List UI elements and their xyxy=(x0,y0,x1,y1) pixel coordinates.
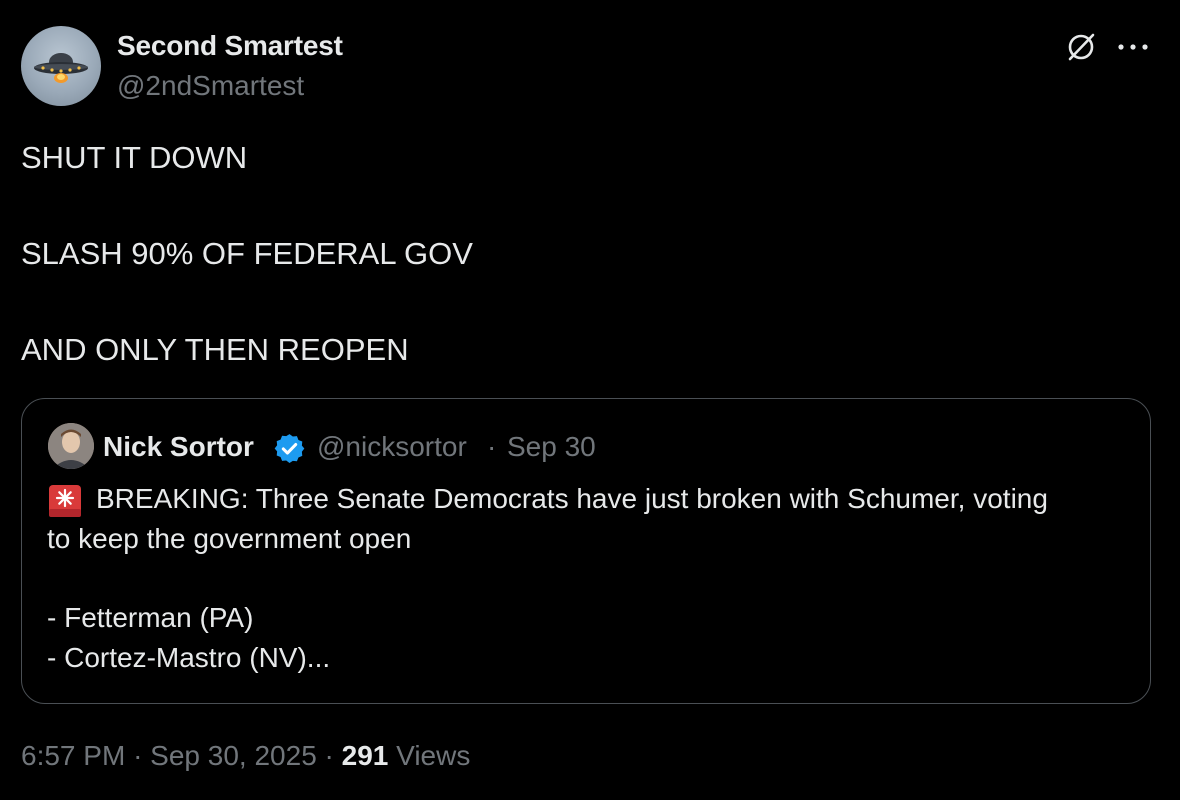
tweet-time[interactable]: 6:57 PM xyxy=(21,740,125,771)
author-handle[interactable]: @2ndSmartest xyxy=(117,70,304,102)
person-photo-icon xyxy=(48,423,94,469)
quoted-author-name[interactable]: Nick Sortor xyxy=(103,431,254,463)
police-light-icon xyxy=(49,485,81,517)
quoted-tweet-card[interactable]: Nick Sortor @nicksortor · Sep 30 BREAKIN… xyxy=(21,398,1151,704)
author-name[interactable]: Second Smartest xyxy=(117,30,343,62)
meta-separator: · xyxy=(133,740,143,771)
views-count: 291 xyxy=(341,740,389,771)
quoted-date[interactable]: Sep 30 xyxy=(507,431,596,463)
tweet-meta: 6:57 PM · Sep 30, 2025 · 291 Views xyxy=(21,740,470,772)
quoted-separator: · xyxy=(487,431,497,462)
tweet-text-line-1: SHUT IT DOWN xyxy=(21,140,248,175)
tweet-text-line-3: AND ONLY THEN REOPEN xyxy=(21,332,409,367)
quoted-text-line-4: - Cortez-Mastro (NV)... xyxy=(47,642,331,673)
quoted-text-line-3: - Fetterman (PA) xyxy=(47,602,254,633)
ufo-icon xyxy=(34,53,88,83)
meta-separator: · xyxy=(324,740,334,771)
quoted-author-handle[interactable]: @nicksortor xyxy=(317,431,467,463)
grok-icon[interactable] xyxy=(1064,30,1098,64)
tweet-text-line-2: SLASH 90% OF FEDERAL GOV xyxy=(21,236,473,271)
more-icon[interactable] xyxy=(1115,38,1151,56)
quoted-text-line-2: to keep the government open xyxy=(47,523,412,554)
verified-badge-icon xyxy=(274,434,305,463)
avatar[interactable] xyxy=(21,26,101,106)
views-label: Views xyxy=(396,740,471,771)
tweet-date[interactable]: Sep 30, 2025 xyxy=(150,740,317,771)
quoted-text-line-1: BREAKING: Three Senate Democrats have ju… xyxy=(96,483,1048,514)
quoted-avatar[interactable] xyxy=(48,423,94,469)
